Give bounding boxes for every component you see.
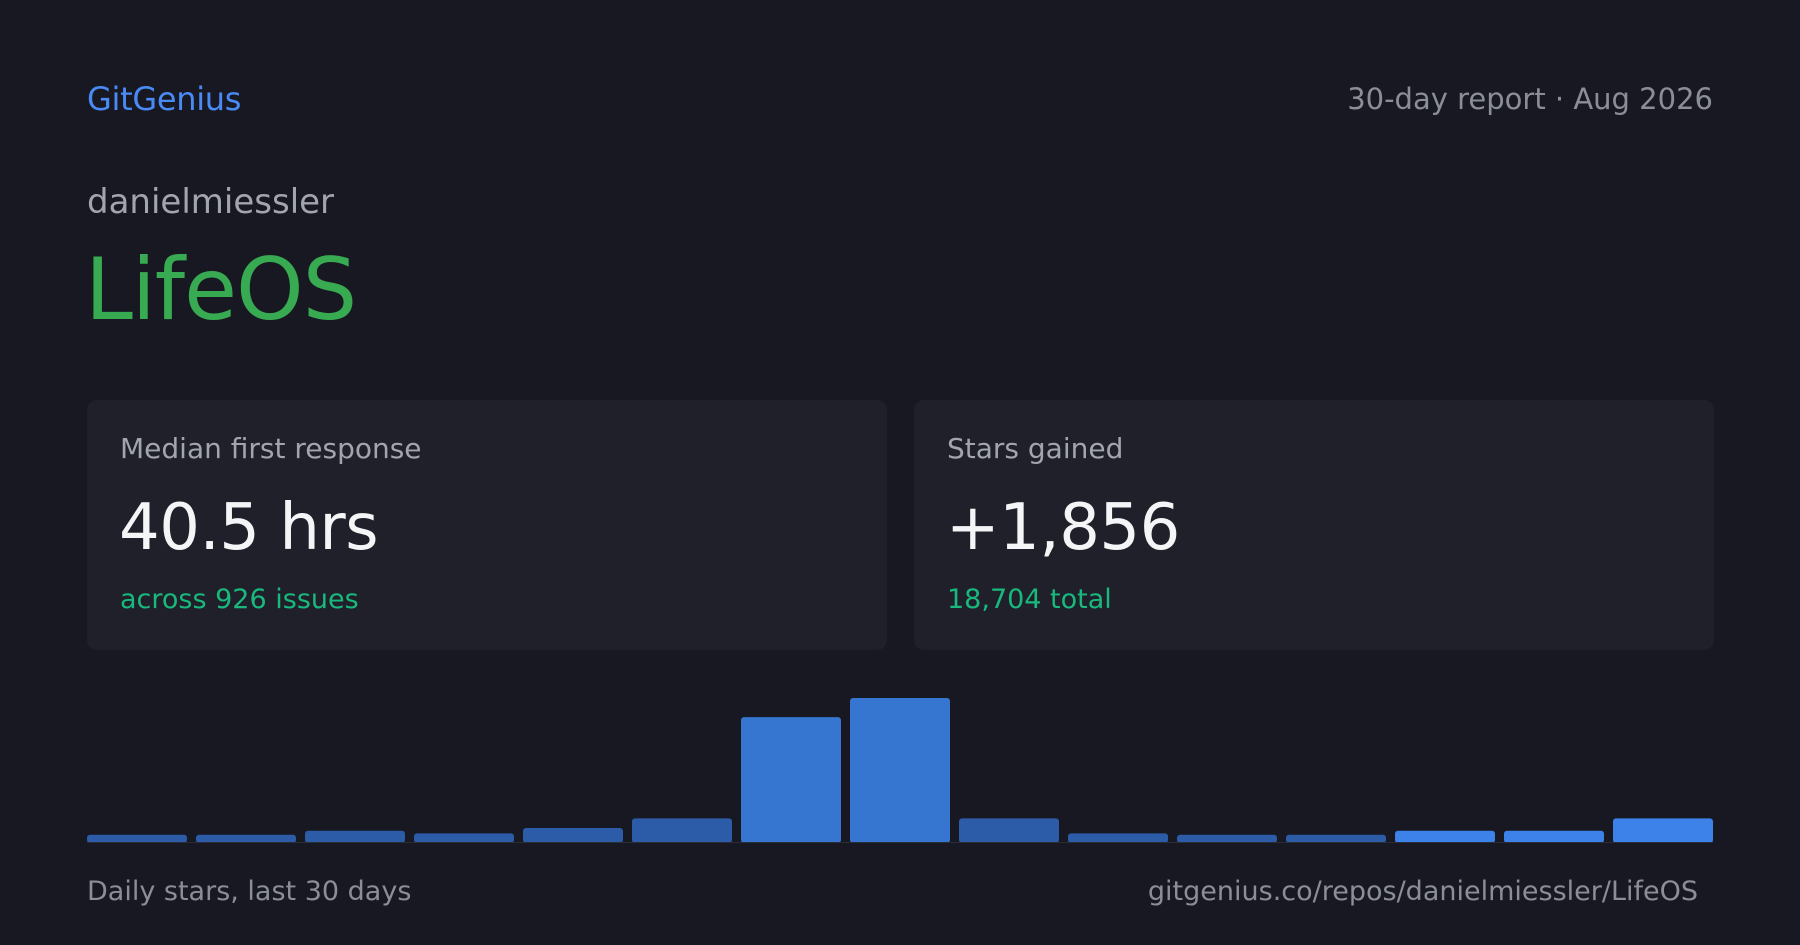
card-label: Stars gained: [947, 432, 1124, 465]
daily-stars-chart: [87, 698, 1713, 843]
chart-caption: Daily stars, last 30 days: [87, 876, 412, 907]
chart-bar: [1504, 830, 1604, 843]
chart-bar: [959, 818, 1059, 843]
chart-bar: [632, 818, 732, 843]
chart-bar: [414, 833, 514, 843]
chart-bar: [1613, 818, 1713, 843]
chart-bar: [1395, 830, 1495, 843]
chart-bar: [1177, 834, 1277, 843]
report-period: 30-day report · Aug 2026: [1347, 82, 1713, 116]
repo-name[interactable]: LifeOS: [85, 240, 357, 340]
repo-owner[interactable]: danielmiessler: [87, 182, 334, 222]
chart-bar: [196, 834, 296, 843]
chart-bar: [305, 830, 405, 843]
card-subtext: 18,704 total: [947, 584, 1112, 615]
chart-bar: [850, 698, 950, 843]
card-subtext: across 926 issues: [120, 584, 359, 615]
chart-bar: [1068, 833, 1168, 843]
median-response-card: Median first response 40.5 hrs across 92…: [87, 400, 887, 650]
card-label: Median first response: [120, 432, 422, 465]
chart-bar: [523, 827, 623, 843]
card-value: +1,856: [946, 491, 1180, 565]
stars-gained-card: Stars gained +1,856 18,704 total: [914, 400, 1714, 650]
chart-bar: [87, 834, 187, 843]
card-value: 40.5 hrs: [119, 491, 379, 565]
chart-bar: [741, 717, 841, 843]
brand-logo[interactable]: GitGenius: [87, 80, 241, 118]
chart-bar: [1286, 834, 1386, 843]
repo-link[interactable]: gitgenius.co/repos/danielmiessler/LifeOS: [1148, 876, 1698, 907]
